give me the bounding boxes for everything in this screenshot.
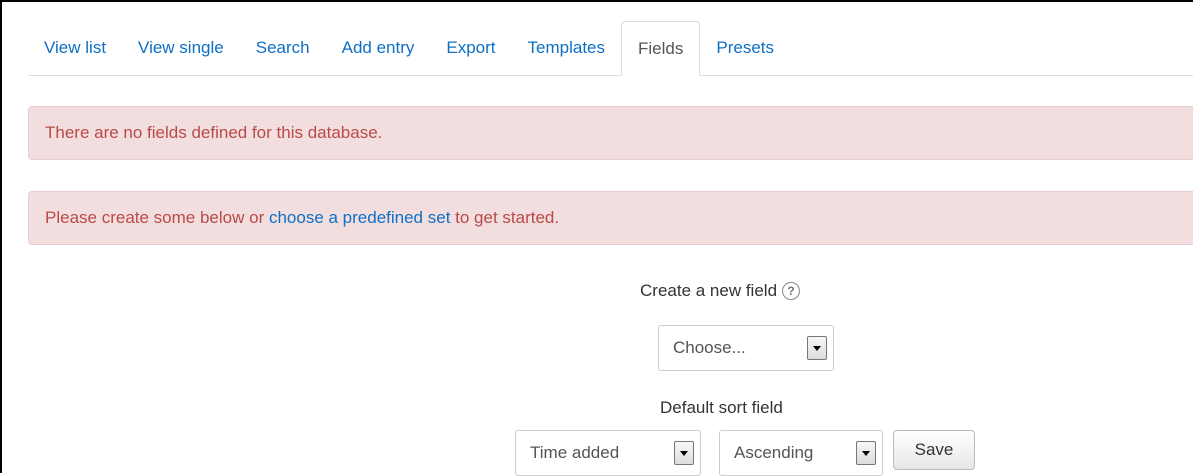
tab-presets[interactable]: Presets [700, 21, 790, 75]
sort-order-select[interactable]: Ascending [719, 430, 883, 476]
tab-search[interactable]: Search [240, 21, 326, 75]
field-type-select-value: Choose... [673, 338, 746, 357]
create-field-label-row: Create a new field ? [640, 281, 801, 301]
tab-fields[interactable]: Fields [621, 21, 701, 76]
tab-view-list[interactable]: View list [28, 21, 122, 75]
sort-field-select-value: Time added [530, 443, 620, 462]
alert-no-fields-text: There are no fields defined for this dat… [45, 123, 383, 142]
predefined-set-link[interactable]: choose a predefined set [269, 208, 450, 228]
tab-bar: View list View single Search Add entry E… [28, 21, 1193, 76]
alert-no-fields: There are no fields defined for this dat… [28, 106, 1193, 160]
alert-create-prefix: Please create some below or [45, 208, 269, 227]
default-sort-label: Default sort field [660, 398, 783, 417]
field-type-select[interactable]: Choose... [658, 325, 834, 371]
sort-field-select[interactable]: Time added [515, 430, 701, 476]
chevron-down-icon[interactable] [674, 441, 694, 465]
tab-view-single[interactable]: View single [122, 21, 240, 75]
sort-order-select-value: Ascending [734, 443, 814, 462]
alert-create-suffix: to get started. [450, 208, 560, 227]
question-circle-icon[interactable]: ? [782, 282, 801, 300]
save-button[interactable]: Save [893, 430, 975, 470]
create-field-label: Create a new field [640, 281, 778, 300]
tab-templates[interactable]: Templates [512, 21, 621, 75]
tab-export[interactable]: Export [430, 21, 511, 75]
alert-create-fields: Please create some below or choose a pre… [28, 191, 1193, 245]
chevron-down-icon[interactable] [856, 441, 876, 465]
chevron-down-icon[interactable] [807, 336, 827, 360]
page-frame: View list View single Search Add entry E… [0, 0, 1193, 476]
tab-add-entry[interactable]: Add entry [326, 21, 431, 75]
